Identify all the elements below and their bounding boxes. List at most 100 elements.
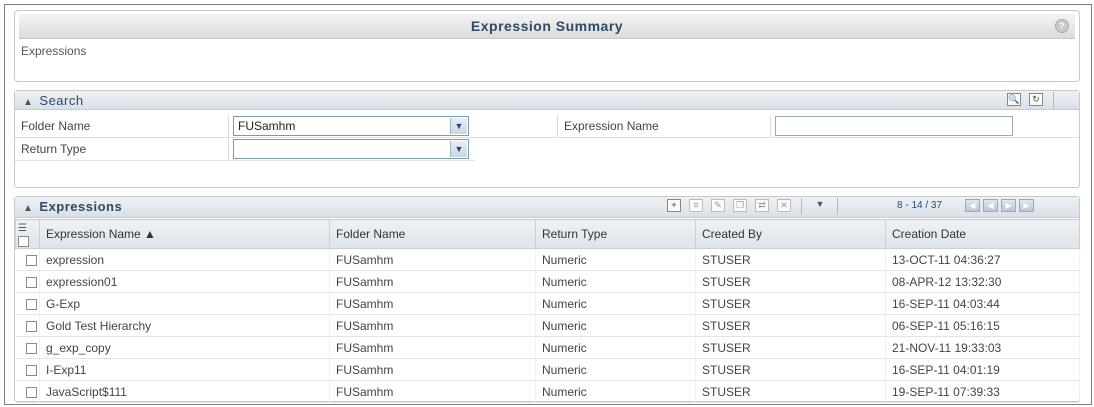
page-title: Expression Summary bbox=[470, 18, 624, 34]
cell-folder-name: FUSamhm bbox=[329, 314, 536, 337]
table-row[interactable]: I-Exp11 FUSamhm Numeric STUSER 16-SEP-11… bbox=[15, 358, 1080, 381]
edit-icon[interactable]: ✎ bbox=[711, 199, 725, 212]
folder-name-label: Folder Name bbox=[15, 115, 229, 137]
expressions-header: ▲ Expressions + ≡ ✎ ❐ ⇄ ✕ ▼ 8 - 14 / 37 ◀… bbox=[15, 197, 1079, 218]
search-icon[interactable]: 🔍 bbox=[1007, 93, 1021, 106]
cell-expression-name[interactable]: G-Exp bbox=[39, 292, 330, 315]
search-row-1: Folder Name FUSamhm ▼ Expression Name bbox=[15, 115, 1079, 138]
row-checkbox-cell bbox=[15, 314, 40, 337]
row-checkbox[interactable] bbox=[25, 254, 37, 266]
collapse-icon[interactable]: ▲ bbox=[23, 203, 33, 214]
table-row[interactable]: expression FUSamhm Numeric STUSER 13-OCT… bbox=[15, 248, 1080, 271]
table-row[interactable]: G-Exp FUSamhm Numeric STUSER 16-SEP-11 0… bbox=[15, 292, 1080, 315]
expression-name-label: Expression Name bbox=[557, 115, 771, 137]
cell-created-by: STUSER bbox=[695, 270, 886, 293]
expression-name-input[interactable] bbox=[775, 116, 1013, 136]
first-page-icon[interactable]: ◀ bbox=[965, 199, 980, 212]
row-checkbox[interactable] bbox=[25, 320, 37, 332]
cell-expression-name[interactable]: I-Exp11 bbox=[39, 358, 330, 381]
row-checkbox[interactable] bbox=[25, 276, 37, 288]
collapse-icon[interactable]: ▲ bbox=[23, 97, 33, 108]
add-icon[interactable]: + bbox=[667, 199, 681, 212]
cell-folder-name: FUSamhm bbox=[329, 380, 536, 403]
chevron-down-icon[interactable]: ▼ bbox=[450, 141, 467, 157]
cell-expression-name[interactable]: Gold Test Hierarchy bbox=[39, 314, 330, 337]
row-checkbox[interactable] bbox=[25, 342, 37, 354]
cell-created-by: STUSER bbox=[695, 358, 886, 381]
summary-header: Expression Summary ? bbox=[19, 14, 1075, 39]
return-type-label: Return Type bbox=[15, 138, 229, 160]
tree-icon-cell: ☰ bbox=[15, 219, 40, 249]
pager-text: 8 - 14 / 37 bbox=[897, 200, 943, 211]
col-folder-name[interactable]: Folder Name bbox=[329, 219, 536, 249]
toolbar-separator bbox=[1053, 92, 1054, 108]
row-checkbox-cell bbox=[15, 270, 40, 293]
next-page-icon[interactable]: ▶ bbox=[1001, 199, 1016, 212]
cell-folder-name: FUSamhm bbox=[329, 292, 536, 315]
summary-panel: Expression Summary ? Expressions bbox=[14, 10, 1080, 82]
expressions-title[interactable]: ▲ Expressions bbox=[23, 199, 122, 214]
cell-return-type: Numeric bbox=[535, 248, 696, 271]
cell-created-by: STUSER bbox=[695, 248, 886, 271]
toolbar-separator bbox=[801, 198, 802, 214]
reset-icon[interactable]: ↻ bbox=[1029, 93, 1043, 106]
table-row[interactable]: JavaScript$111 FUSamhm Numeric STUSER 19… bbox=[15, 380, 1080, 403]
table-row[interactable]: g_exp_copy FUSamhm Numeric STUSER 21-NOV… bbox=[15, 336, 1080, 359]
expressions-title-text: Expressions bbox=[39, 199, 123, 214]
last-page-icon[interactable]: ▶ bbox=[1019, 199, 1034, 212]
copy-icon[interactable]: ❐ bbox=[733, 199, 747, 212]
cell-created-by: STUSER bbox=[695, 292, 886, 315]
cell-creation-date: 21-NOV-11 19:33:03 bbox=[885, 336, 1080, 359]
cell-folder-name: FUSamhm bbox=[329, 336, 536, 359]
cell-expression-name[interactable]: expression bbox=[39, 248, 330, 271]
row-checkbox-cell bbox=[15, 248, 40, 271]
expressions-panel: ▲ Expressions + ≡ ✎ ❐ ⇄ ✕ ▼ 8 - 14 / 37 ◀… bbox=[14, 196, 1080, 403]
cell-expression-name[interactable]: JavaScript$111 bbox=[39, 380, 330, 403]
cell-creation-date: 13-OCT-11 04:36:27 bbox=[885, 248, 1080, 271]
col-creation-date[interactable]: Creation Date bbox=[885, 219, 1080, 249]
cell-return-type: Numeric bbox=[535, 380, 696, 403]
cell-creation-date: 16-SEP-11 04:03:44 bbox=[885, 292, 1080, 315]
search-panel: ▲ Search 🔍 ↻ Folder Name FUSamhm ▼ Expres… bbox=[14, 90, 1080, 188]
folder-name-value: FUSamhm bbox=[238, 119, 296, 133]
cell-expression-name[interactable]: expression01 bbox=[39, 270, 330, 293]
prev-page-icon[interactable]: ◀ bbox=[983, 199, 998, 212]
view-icon[interactable]: ≡ bbox=[689, 199, 703, 212]
return-type-select[interactable]: ▼ bbox=[233, 139, 469, 159]
delete-icon[interactable]: ✕ bbox=[777, 199, 791, 212]
col-expression-name[interactable]: Expression Name ▲ bbox=[39, 219, 330, 249]
row-checkbox-cell bbox=[15, 336, 40, 359]
row-checkbox[interactable] bbox=[25, 298, 37, 310]
search-row-2: Return Type ▼ bbox=[15, 138, 475, 161]
table-row[interactable]: Gold Test Hierarchy FUSamhm Numeric STUS… bbox=[15, 314, 1080, 337]
select-all-checkbox[interactable] bbox=[18, 236, 29, 248]
row-checkbox-cell bbox=[15, 358, 40, 381]
filter-icon[interactable]: ▼ bbox=[813, 199, 827, 212]
row-checkbox[interactable] bbox=[25, 386, 37, 398]
row-checkbox[interactable] bbox=[25, 364, 37, 376]
row-checkbox-cell bbox=[15, 292, 40, 315]
folder-name-select[interactable]: FUSamhm ▼ bbox=[233, 116, 469, 136]
cell-created-by: STUSER bbox=[695, 380, 886, 403]
cell-return-type: Numeric bbox=[535, 292, 696, 315]
cell-folder-name: FUSamhm bbox=[329, 358, 536, 381]
cell-expression-name[interactable]: g_exp_copy bbox=[39, 336, 330, 359]
search-title[interactable]: ▲ Search bbox=[23, 93, 84, 108]
table-row[interactable]: expression01 FUSamhm Numeric STUSER 08-A… bbox=[15, 270, 1080, 293]
cell-creation-date: 08-APR-12 13:32:30 bbox=[885, 270, 1080, 293]
tree-icon[interactable]: ☰ bbox=[18, 223, 27, 234]
cell-creation-date: 19-SEP-11 07:39:33 bbox=[885, 380, 1080, 403]
cell-created-by: STUSER bbox=[695, 336, 886, 359]
cell-folder-name: FUSamhm bbox=[329, 270, 536, 293]
cell-creation-date: 16-SEP-11 04:01:19 bbox=[885, 358, 1080, 381]
chevron-down-icon[interactable]: ▼ bbox=[450, 118, 467, 134]
cell-created-by: STUSER bbox=[695, 314, 886, 337]
cell-return-type: Numeric bbox=[535, 336, 696, 359]
move-icon[interactable]: ⇄ bbox=[755, 199, 769, 212]
cell-folder-name: FUSamhm bbox=[329, 248, 536, 271]
table-header-row: ☰ Expression Name ▲ Folder Name Return T… bbox=[15, 219, 1080, 249]
col-return-type[interactable]: Return Type bbox=[535, 219, 696, 249]
help-icon[interactable]: ? bbox=[1055, 19, 1069, 33]
cell-return-type: Numeric bbox=[535, 270, 696, 293]
col-created-by[interactable]: Created By bbox=[695, 219, 886, 249]
